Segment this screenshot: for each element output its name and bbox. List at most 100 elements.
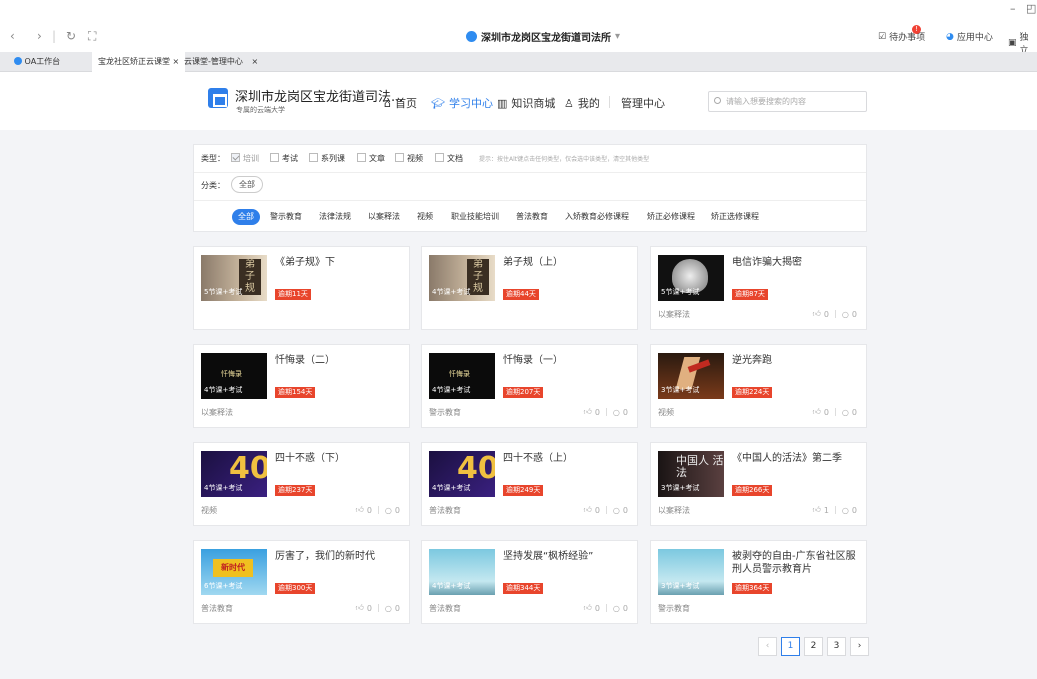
- subcategory-item[interactable]: 法律法规: [319, 209, 351, 225]
- course-title[interactable]: 《弟子规》下: [275, 256, 405, 269]
- course-title[interactable]: 《中国人的活法》第二季: [732, 452, 862, 465]
- course-thumbnail[interactable]: 忏悔录 4节课+考试: [429, 353, 495, 399]
- comment-icon[interactable]: ○: [842, 408, 849, 417]
- thumbs-up-icon[interactable]: 👍︎: [355, 505, 363, 515]
- restore-icon[interactable]: ◰: [1026, 2, 1036, 15]
- page-button-3[interactable]: 3: [827, 637, 846, 656]
- subcategory-item[interactable]: 矫正必修课程: [647, 209, 695, 225]
- comment-icon[interactable]: ○: [613, 604, 620, 613]
- comment-icon[interactable]: ○: [385, 604, 392, 613]
- checkbox[interactable]: [395, 153, 404, 162]
- course-title[interactable]: 坚持发展“枫桥经验”: [503, 550, 633, 563]
- nav-learning-center[interactable]: 🎓︎ 学习中心: [431, 95, 493, 111]
- forward-icon[interactable]: ›: [37, 29, 42, 43]
- course-card[interactable]: 40 4节课+考试 四十不惑（上） 逾期249天 普法教育 👍︎ 0 ○ 0: [421, 442, 638, 526]
- nav-knowledge-mall[interactable]: ▥ 知识商城: [497, 95, 555, 111]
- subcategory-item[interactable]: 警示教育: [270, 209, 302, 225]
- course-thumbnail[interactable]: 新时代 6节课+考试: [201, 549, 267, 595]
- course-title[interactable]: 弟子规（上）: [503, 256, 633, 269]
- course-card[interactable]: 5节课+考试 电信诈骗大揭密 逾期87天 以案释法 👍︎ 0 ○ 0: [650, 246, 867, 330]
- course-thumbnail[interactable]: 忏悔录 4节课+考试: [201, 353, 267, 399]
- course-thumbnail[interactable]: 5节课+考试: [658, 255, 724, 301]
- subcategory-item[interactable]: 普法教育: [516, 209, 548, 225]
- course-card[interactable]: 弟子规 5节课+考试 《弟子规》下 逾期11天: [193, 246, 410, 330]
- tab-classroom[interactable]: 宝龙社区矫正云课堂 ×: [92, 52, 186, 72]
- course-thumbnail[interactable]: 弟子规 4节课+考试: [429, 255, 495, 301]
- page-button-1[interactable]: 1: [781, 637, 800, 656]
- thumbs-up-icon[interactable]: 👍︎: [812, 407, 820, 417]
- course-title[interactable]: 被剥夺的自由-广东省社区服刑人员警示教育片: [732, 550, 862, 576]
- lesson-count: 4节课+考试: [432, 484, 471, 492]
- nav-mine[interactable]: ♙ 我的: [564, 95, 600, 111]
- next-page-button[interactable]: ›: [850, 637, 869, 656]
- course-thumbnail[interactable]: 3节课+考试: [658, 549, 724, 595]
- type-document[interactable]: 文档: [435, 153, 463, 164]
- thumbs-up-icon[interactable]: 👍︎: [583, 407, 591, 417]
- type-video[interactable]: 视频: [395, 153, 423, 164]
- close-icon[interactable]: ×: [251, 57, 258, 66]
- course-thumbnail[interactable]: 40 4节课+考试: [429, 451, 495, 497]
- thumbs-up-icon[interactable]: 👍︎: [583, 505, 591, 515]
- thumbs-up-icon[interactable]: 👍︎: [812, 309, 820, 319]
- course-card[interactable]: 4节课+考试 坚持发展“枫桥经验” 逾期344天 普法教育 👍︎ 0 ○ 0: [421, 540, 638, 624]
- address-title[interactable]: 深圳市龙岗区宝龙街道司法所 ▾: [466, 29, 620, 44]
- course-thumbnail[interactable]: 中国人 活法 3节课+考试: [658, 451, 724, 497]
- subcategory-item[interactable]: 矫正选修课程: [711, 209, 759, 225]
- comment-icon[interactable]: ○: [613, 408, 620, 417]
- course-thumbnail[interactable]: 弟子规 5节课+考试: [201, 255, 267, 301]
- comment-icon[interactable]: ○: [613, 506, 620, 515]
- course-title[interactable]: 四十不惑（下）: [275, 452, 405, 465]
- site-logo[interactable]: [208, 88, 228, 108]
- page-button-2[interactable]: 2: [804, 637, 823, 656]
- course-card[interactable]: 40 4节课+考试 四十不惑（下） 逾期237天 视频 👍︎ 0 ○ 0: [193, 442, 410, 526]
- course-title[interactable]: 逆光奔跑: [732, 354, 862, 367]
- course-title[interactable]: 厉害了，我们的新时代: [275, 550, 405, 563]
- reload-icon[interactable]: ↻: [66, 29, 76, 43]
- subcategory-item[interactable]: 视频: [417, 209, 433, 225]
- thumbs-up-icon[interactable]: 👍︎: [812, 505, 820, 515]
- subcategory-item[interactable]: 全部: [232, 209, 260, 225]
- course-card[interactable]: 3节课+考试 被剥夺的自由-广东省社区服刑人员警示教育片 逾期364天 警示教育: [650, 540, 867, 624]
- checkbox[interactable]: [270, 153, 279, 162]
- checkbox[interactable]: [231, 153, 240, 162]
- nav-management[interactable]: 管理中心: [621, 95, 665, 111]
- course-card[interactable]: 弟子规 4节课+考试 弟子规（上） 逾期44天: [421, 246, 638, 330]
- tab-oa[interactable]: OA工作台: [8, 52, 66, 72]
- checkbox[interactable]: [435, 153, 444, 162]
- course-card[interactable]: 3节课+考试 逆光奔跑 逾期224天 视频 👍︎ 0 ○ 0: [650, 344, 867, 428]
- category-all-button[interactable]: 全部: [231, 176, 263, 193]
- checkbox[interactable]: [309, 153, 318, 162]
- course-title[interactable]: 四十不惑（上）: [503, 452, 633, 465]
- nav-home[interactable]: ⌂ 首页: [384, 95, 417, 111]
- thumbs-up-icon[interactable]: 👍︎: [355, 603, 363, 613]
- comment-icon[interactable]: ○: [842, 310, 849, 319]
- comment-icon[interactable]: ○: [385, 506, 392, 515]
- prev-page-button[interactable]: ‹: [758, 637, 777, 656]
- type-series[interactable]: 系列课: [309, 153, 345, 164]
- fullscreen-icon[interactable]: ⛶: [88, 29, 96, 43]
- subcategory-item[interactable]: 职业技能培训: [451, 209, 499, 225]
- app-center-button[interactable]: ◕ 应用中心: [946, 30, 993, 44]
- course-card[interactable]: 中国人 活法 3节课+考试 《中国人的活法》第二季 逾期266天 以案释法 👍︎ 1 ○ 0: [650, 442, 867, 526]
- course-title[interactable]: 忏悔录（二）: [275, 354, 405, 367]
- type-article[interactable]: 文章: [357, 153, 385, 164]
- course-title[interactable]: 忏悔录（一）: [503, 354, 633, 367]
- tab-management[interactable]: 云课堂-管理中心 ×: [178, 52, 264, 72]
- course-thumbnail[interactable]: 40 4节课+考试: [201, 451, 267, 497]
- type-training[interactable]: 培训: [231, 153, 259, 164]
- course-title[interactable]: 电信诈骗大揭密: [732, 256, 862, 269]
- subcategory-item[interactable]: 以案释法: [368, 209, 400, 225]
- search-input[interactable]: 请输入想要搜索的内容: [708, 91, 867, 112]
- course-thumbnail[interactable]: 3节课+考试: [658, 353, 724, 399]
- checkbox[interactable]: [357, 153, 366, 162]
- thumbs-up-icon[interactable]: 👍︎: [583, 603, 591, 613]
- comment-icon[interactable]: ○: [842, 506, 849, 515]
- course-card[interactable]: 忏悔录 4节课+考试 忏悔录（二） 逾期154天 以案释法: [193, 344, 410, 428]
- subcategory-item[interactable]: 入矫教育必修课程: [565, 209, 629, 225]
- minimize-icon[interactable]: –: [1010, 2, 1016, 15]
- back-icon[interactable]: ‹: [10, 29, 15, 43]
- course-card[interactable]: 新时代 6节课+考试 厉害了，我们的新时代 逾期300天 普法教育 👍︎ 0 ○ 0: [193, 540, 410, 624]
- course-card[interactable]: 忏悔录 4节课+考试 忏悔录（一） 逾期207天 警示教育 👍︎ 0 ○ 0: [421, 344, 638, 428]
- type-exam[interactable]: 考试: [270, 153, 298, 164]
- course-thumbnail[interactable]: 4节课+考试: [429, 549, 495, 595]
